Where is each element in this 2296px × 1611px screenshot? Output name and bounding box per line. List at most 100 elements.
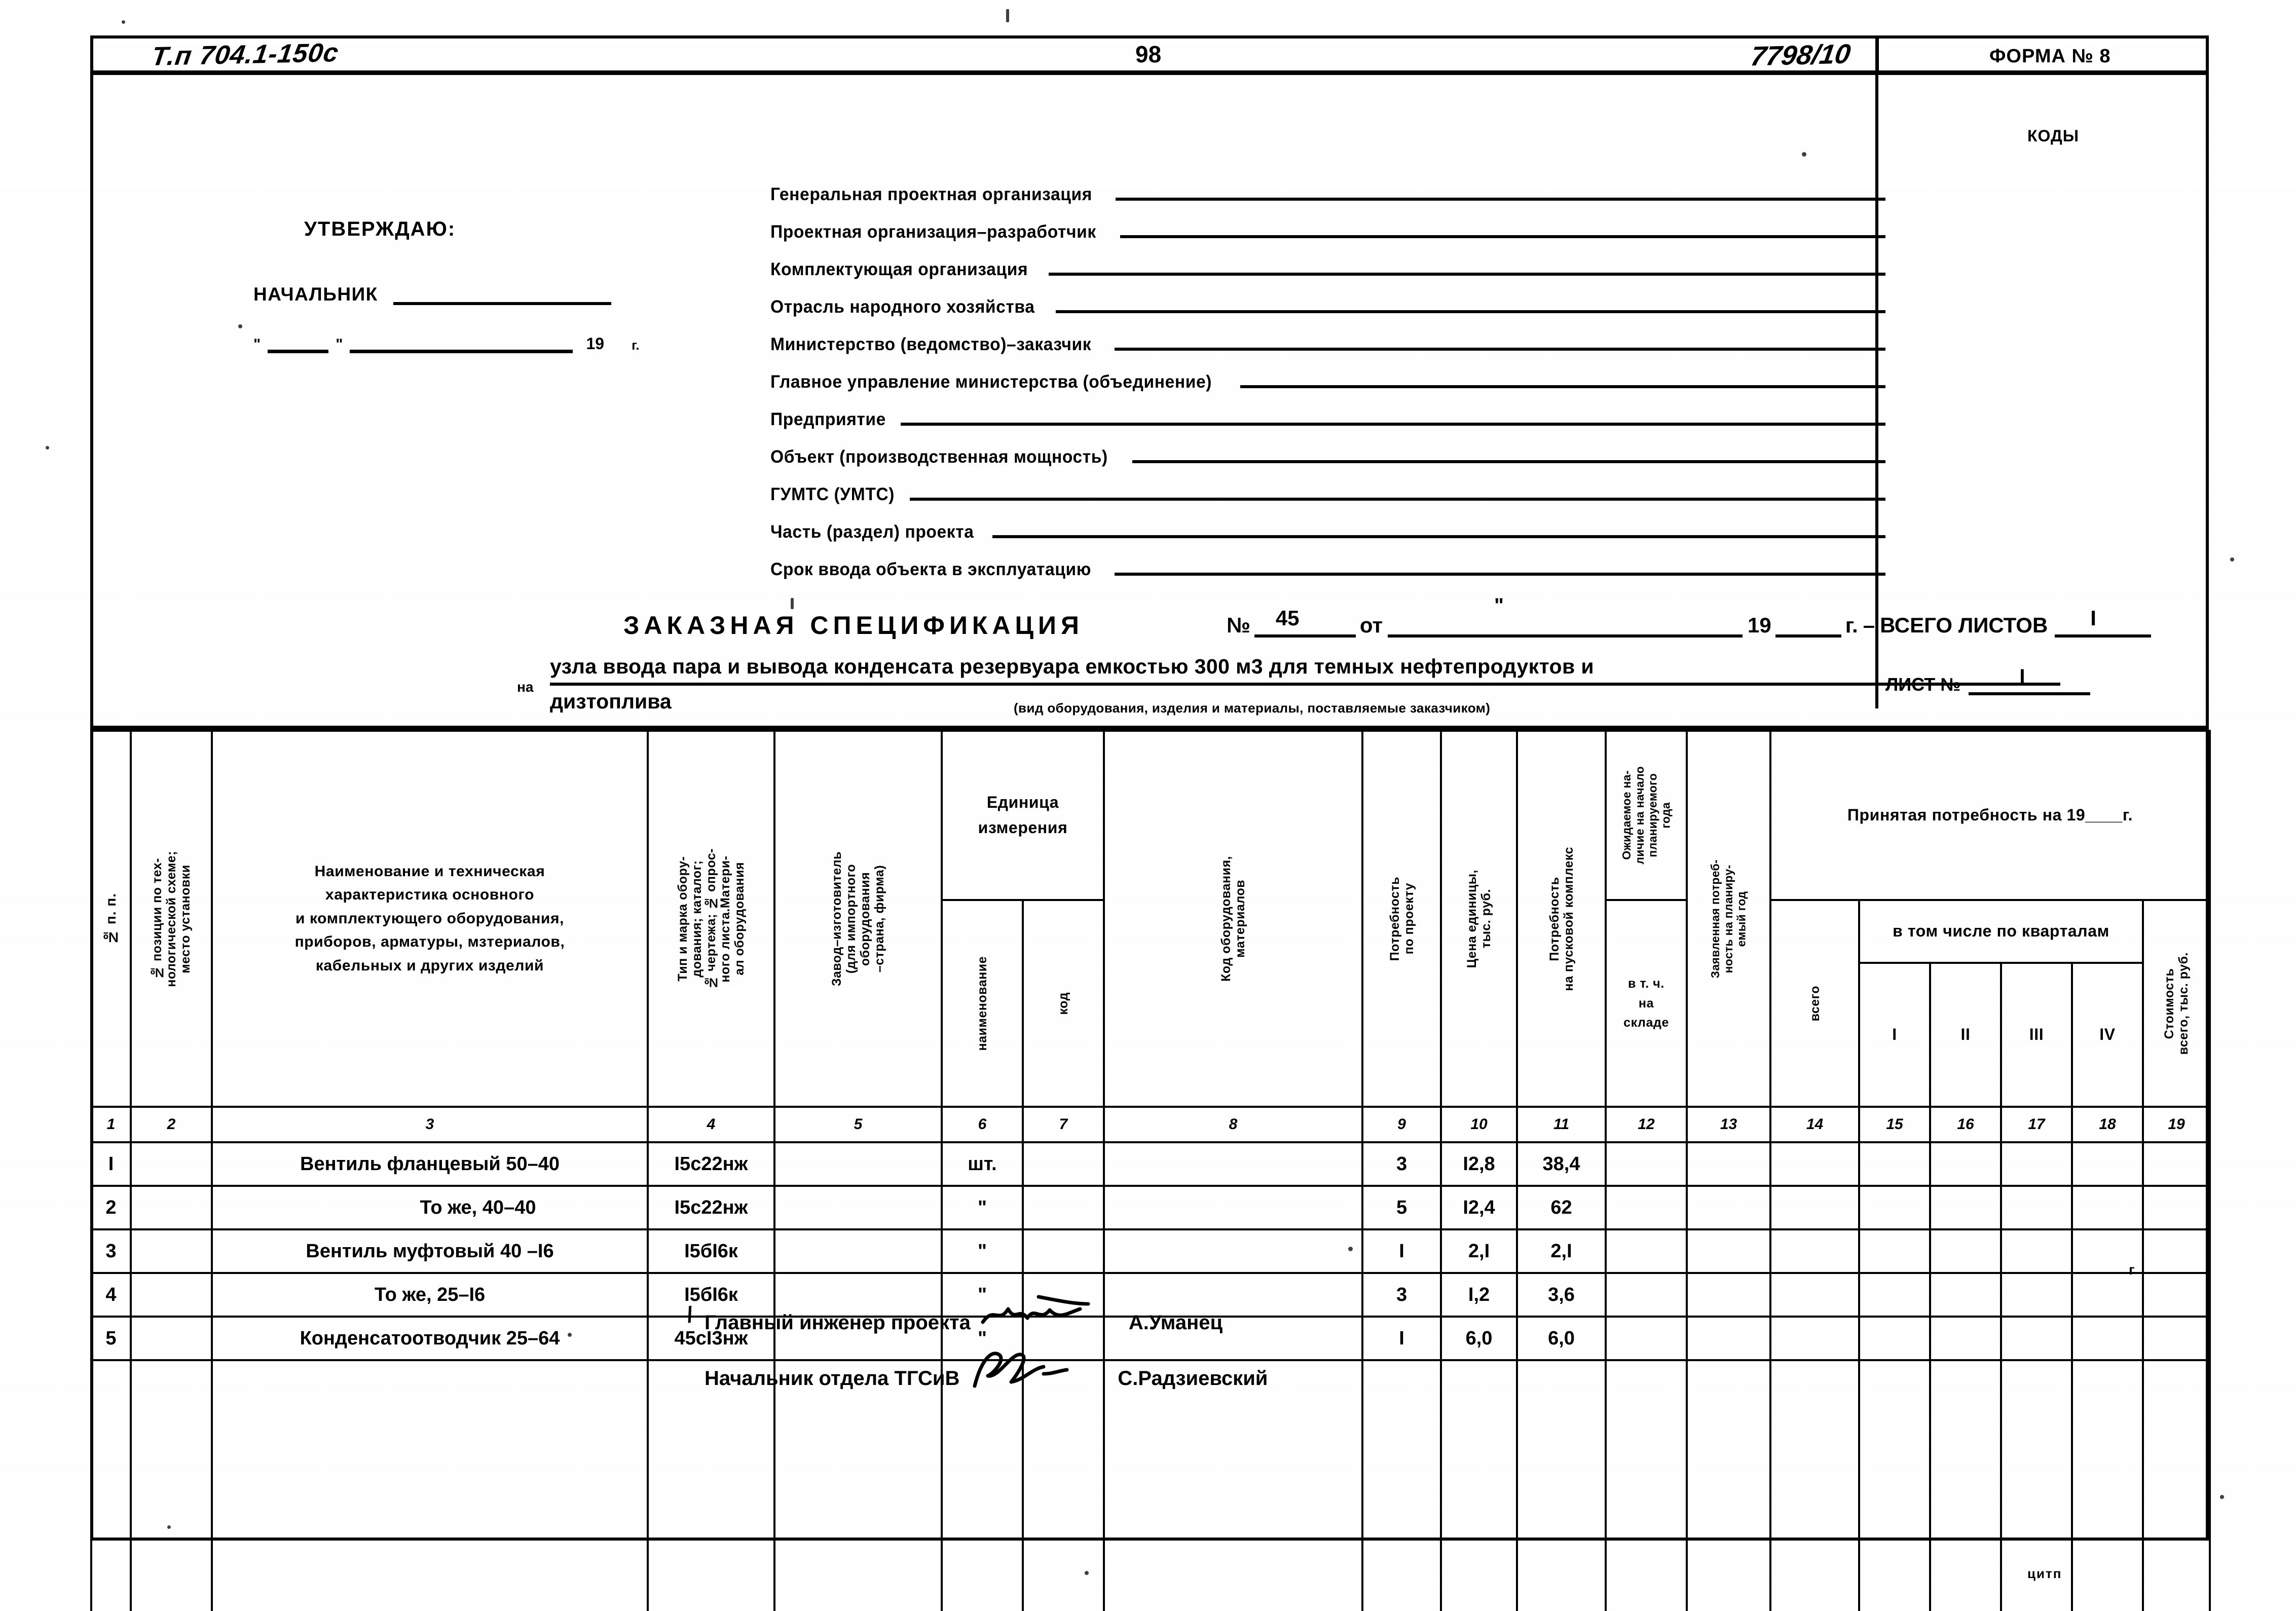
cell-q4[interactable] xyxy=(2071,1141,2144,1187)
cell-plant[interactable] xyxy=(773,1185,943,1230)
org-field-row: Часть (раздел) проекта xyxy=(770,505,1885,542)
header-label-total: всего xyxy=(1807,985,1822,1022)
org-field-blank[interactable] xyxy=(1240,382,1885,388)
org-field-blank[interactable] xyxy=(1056,307,1885,313)
cell-total[interactable] xyxy=(1769,1141,1861,1187)
cell-position[interactable] xyxy=(130,1272,213,1318)
cell-blank[interactable] xyxy=(1605,1359,1688,1611)
cell-cost[interactable] xyxy=(2142,1185,2211,1230)
sheet-number-blank[interactable]: I xyxy=(1969,665,2091,695)
cell-q2[interactable] xyxy=(1929,1272,2003,1318)
cell-blank[interactable] xyxy=(211,1359,649,1611)
cell-cost[interactable] xyxy=(2142,1141,2211,1187)
cell-position[interactable] xyxy=(130,1185,213,1230)
cell-stock[interactable] xyxy=(1605,1272,1688,1318)
cell-q3[interactable] xyxy=(2000,1228,2073,1274)
cell-unit-code[interactable] xyxy=(1021,1185,1105,1230)
total-sheets-blank[interactable]: I xyxy=(2055,606,2152,638)
org-field-label: Отрасль народного хозяйства xyxy=(770,297,1035,317)
cell-stock[interactable] xyxy=(1605,1316,1688,1361)
org-field-blank[interactable] xyxy=(1116,195,1885,201)
cell-q1[interactable] xyxy=(1858,1272,1932,1318)
cell-declared[interactable] xyxy=(1686,1272,1772,1318)
day-blank[interactable] xyxy=(268,346,329,353)
cell-q4[interactable] xyxy=(2071,1316,2144,1361)
cell-q1[interactable] xyxy=(1858,1185,1932,1230)
cell-blank[interactable] xyxy=(1440,1359,1519,1611)
cell-declared[interactable] xyxy=(1686,1185,1772,1230)
cell-blank[interactable] xyxy=(90,1359,132,1611)
cell-q1[interactable] xyxy=(1858,1141,1932,1187)
cell-stock[interactable] xyxy=(1605,1141,1688,1187)
org-field-blank[interactable] xyxy=(910,495,1885,501)
cell-cost[interactable] xyxy=(2142,1228,2211,1274)
cell-code[interactable] xyxy=(1103,1185,1364,1230)
scan-speckle xyxy=(46,446,49,449)
spec-year-blank[interactable] xyxy=(1775,631,1841,638)
cell-q3[interactable] xyxy=(2000,1141,2073,1187)
cell-stock[interactable] xyxy=(1605,1185,1688,1230)
spec-date-blank[interactable]: " xyxy=(1388,594,1743,638)
cell-q2[interactable] xyxy=(1929,1316,2003,1361)
cell-q2[interactable] xyxy=(1929,1228,2003,1274)
cell-position[interactable] xyxy=(130,1316,213,1361)
cell-q2[interactable] xyxy=(1929,1141,2003,1187)
cell-total[interactable] xyxy=(1769,1228,1861,1274)
approval-block: УТВЕРЖДАЮ: xyxy=(304,218,456,241)
cell-cost[interactable] xyxy=(2142,1272,2211,1318)
cell-blank[interactable] xyxy=(1686,1359,1772,1611)
cell-stock[interactable] xyxy=(1605,1228,1688,1274)
cell-q3[interactable] xyxy=(2000,1316,2073,1361)
cell-q2[interactable] xyxy=(1929,1185,2003,1230)
org-field-blank[interactable] xyxy=(1132,457,1885,463)
cell-cost[interactable] xyxy=(2142,1316,2211,1361)
cell-q1[interactable] xyxy=(1858,1228,1932,1274)
cell-total[interactable] xyxy=(1769,1316,1861,1361)
org-field-blank[interactable] xyxy=(1115,345,1885,351)
spec-number-blank[interactable]: 45 xyxy=(1254,606,1356,638)
cell-declared[interactable] xyxy=(1686,1141,1772,1187)
cell-plant[interactable] xyxy=(773,1141,943,1187)
cell-unit-code[interactable] xyxy=(1021,1228,1105,1274)
cell-code[interactable] xyxy=(1103,1141,1364,1187)
cell-q3[interactable] xyxy=(2000,1272,2073,1318)
cell-blank[interactable] xyxy=(130,1359,213,1611)
cell-total[interactable] xyxy=(1769,1185,1861,1230)
month-blank[interactable] xyxy=(350,346,573,353)
cell-blank[interactable] xyxy=(1858,1359,1932,1611)
cell-blank[interactable] xyxy=(2071,1359,2144,1611)
cell-q4[interactable] xyxy=(2071,1185,2144,1230)
cell-q3[interactable] xyxy=(2000,1185,2073,1230)
org-field-blank[interactable] xyxy=(1115,570,1885,576)
org-field-blank[interactable] xyxy=(1120,232,1885,238)
cell-q4[interactable] xyxy=(2071,1272,2144,1318)
header-cell-cost: Стоимость всего, тыс. руб. xyxy=(2142,899,2211,1108)
cell-blank[interactable] xyxy=(1769,1359,1861,1611)
cell-declared[interactable] xyxy=(1686,1228,1772,1274)
cell-blank[interactable] xyxy=(2142,1359,2211,1611)
table-row: 3 Вентиль муфтовый 40 –I6 I5бI6к " I 2,I… xyxy=(90,1228,2211,1274)
cell-position[interactable] xyxy=(130,1228,213,1274)
cell-name: То же, 40–40 xyxy=(211,1185,649,1230)
header-label-accepted-group: Принятая потребность на 19____г. xyxy=(1847,806,2133,825)
cell-q1[interactable] xyxy=(1858,1316,1932,1361)
quote-close: " xyxy=(336,336,343,353)
org-field-blank[interactable] xyxy=(992,532,1885,538)
cell-blank[interactable] xyxy=(1516,1359,1607,1611)
cell-unit-code[interactable] xyxy=(1021,1141,1105,1187)
cell-price: I2,4 xyxy=(1440,1185,1519,1230)
cell-code[interactable] xyxy=(1103,1228,1364,1274)
cell-position[interactable] xyxy=(130,1141,213,1187)
cell-blank[interactable] xyxy=(1929,1359,2003,1611)
cell-blank[interactable] xyxy=(1361,1359,1442,1611)
cell-no: 5 xyxy=(90,1316,132,1361)
cell-declared[interactable] xyxy=(1686,1316,1772,1361)
chief-name-blank[interactable] xyxy=(393,299,611,305)
column-number: 17 xyxy=(2000,1106,2073,1143)
cell-total[interactable] xyxy=(1769,1272,1861,1318)
cell-plant[interactable] xyxy=(773,1228,943,1274)
org-field-blank[interactable] xyxy=(901,420,1885,426)
header-label-q1: I xyxy=(1892,1025,1897,1044)
column-number: 16 xyxy=(1929,1106,2003,1143)
org-field-blank[interactable] xyxy=(1049,270,1885,276)
